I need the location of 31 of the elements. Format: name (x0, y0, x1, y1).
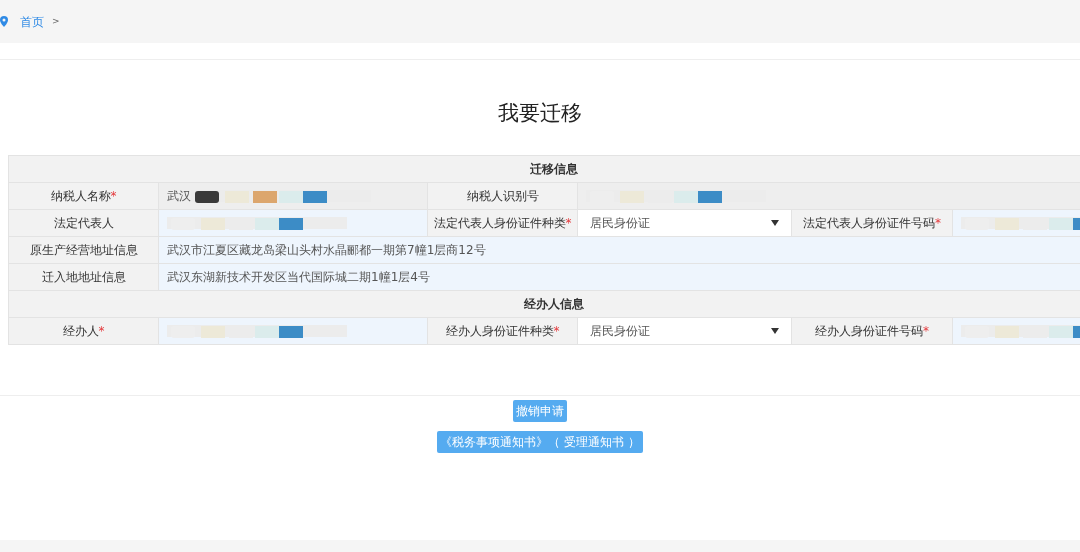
field-label: 经办人身份证件号码* (792, 318, 953, 345)
required-mark: * (98, 323, 105, 340)
field-label: 经办人身份证件种类* (428, 318, 578, 345)
select-field[interactable]: 居民身份证 (578, 318, 792, 345)
input-field[interactable]: 武汉东湖新技术开发区当代国际城二期1幢1层4号 (159, 264, 1080, 291)
field-label: 迁入地地址信息 (9, 264, 159, 291)
required-mark: * (565, 215, 572, 232)
required-mark: * (923, 323, 929, 340)
input-field[interactable] (953, 318, 1080, 345)
section-heading: 迁移信息 (9, 156, 1080, 183)
input-field[interactable] (159, 318, 428, 345)
field-label: 原生产经营地址信息 (9, 237, 159, 264)
breadcrumb-separator: > (52, 14, 60, 28)
field-label: 法定代表人 (9, 210, 159, 237)
required-mark: * (110, 188, 117, 205)
field-label: 纳税人名称* (9, 183, 159, 210)
dropdown-caret-icon (771, 220, 779, 226)
input-field[interactable] (159, 210, 428, 237)
input-field[interactable] (953, 210, 1080, 237)
field-label: 法定代表人身份证件种类* (428, 210, 578, 237)
breadcrumb-link[interactable]: 首页 (20, 12, 44, 31)
field-label: 法定代表人身份证件号码* (792, 210, 953, 237)
field-label: 经办人* (9, 318, 159, 345)
required-mark: * (553, 323, 560, 340)
field-label: 纳税人识别号 (428, 183, 578, 210)
section-heading: 经办人信息 (9, 291, 1080, 318)
input-field[interactable]: 武汉市江夏区藏龙岛梁山头村水晶郦都一期第7幢1层商12号 (159, 237, 1080, 264)
dropdown-caret-icon (771, 328, 779, 334)
select-field[interactable]: 居民身份证 (578, 210, 792, 237)
page-title: 我要迁移 (498, 99, 582, 127)
required-mark: * (935, 215, 941, 232)
